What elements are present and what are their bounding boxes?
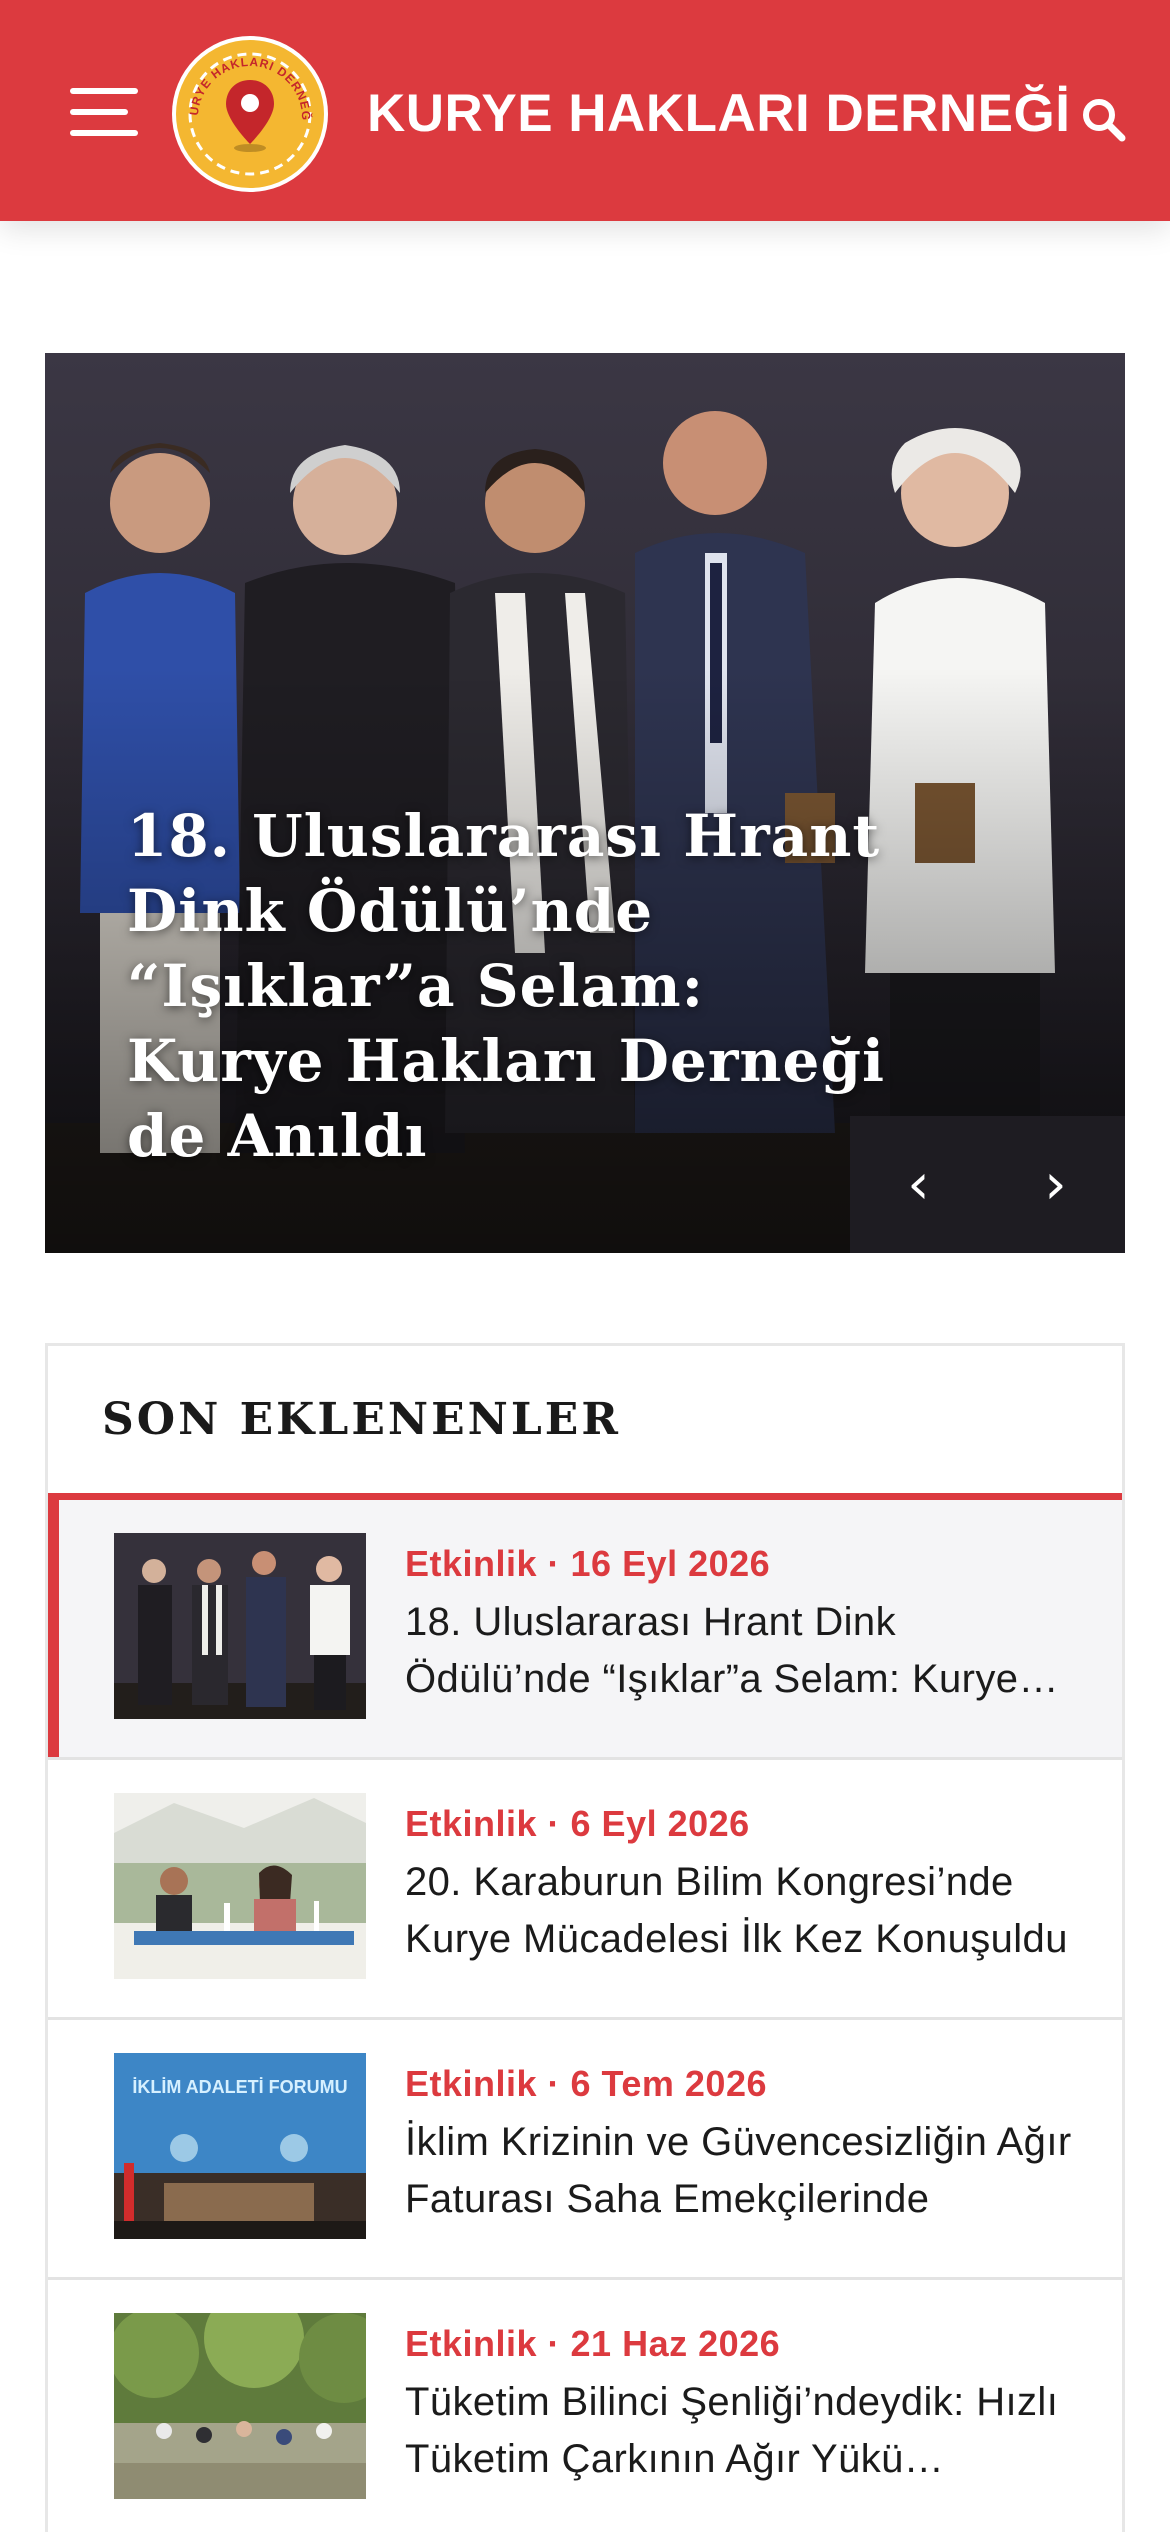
next-slide-button[interactable]: › — [987, 1116, 1124, 1253]
latest-posts-widget: SON EKLENENLER Etkinlik · 16 Eyl 2026 18… — [45, 1343, 1125, 2532]
post-thumbnail[interactable] — [114, 2313, 366, 2499]
latest-post-item[interactable]: Etkinlik · 6 Eyl 2026 20. Karaburun Bili… — [48, 1760, 1122, 2020]
post-meta: Etkinlik · 6 Eyl 2026 — [405, 1803, 750, 1844]
post-title[interactable]: Tüketim Bilinci Şenliği’ndeydik: Hızlı T… — [405, 2374, 1085, 2488]
post-thumbnail[interactable] — [114, 1533, 366, 1719]
featured-slider[interactable]: 18. Uluslararası Hrant Dink Ödülü’nde “I… — [45, 353, 1125, 1253]
latest-post-item[interactable]: Etkinlik · 16 Eyl 2026 18. Uluslararası … — [48, 1500, 1122, 1760]
section-heading: SON EKLENENLER — [102, 1394, 621, 1445]
previous-slide-button[interactable]: ‹ — [850, 1116, 987, 1253]
featured-title[interactable]: 18. Uluslararası Hrant Dink Ödülü’nde “I… — [127, 799, 887, 1174]
post-meta: Etkinlik · 6 Tem 2026 — [405, 2063, 767, 2104]
svg-text:İKLİM ADALETİ FORUMU: İKLİM ADALETİ FORUMU — [132, 2077, 347, 2097]
post-title[interactable]: 18. Uluslararası Hrant Dink Ödülü’nde “I… — [405, 1594, 1085, 1708]
slider-navigation: ‹ › — [850, 1116, 1125, 1253]
post-title[interactable]: İklim Krizinin ve Güvencesizliğin Ağır F… — [405, 2114, 1085, 2228]
latest-post-item[interactable]: İKLİM ADALETİ FORUMU Etkinlik · 6 Tem 20… — [48, 2020, 1122, 2280]
latest-post-item[interactable]: Etkinlik · 21 Haz 2026 Tüketim Bilinci Ş… — [48, 2280, 1122, 2532]
top-app-bar: KURYE HAKLARI DERNEĞİ KURYE HAKLARI DERN… — [0, 0, 1170, 221]
post-meta: Etkinlik · 21 Haz 2026 — [405, 2323, 781, 2364]
site-title[interactable]: KURYE HAKLARI DERNEĞİ — [367, 74, 1070, 154]
association-logo[interactable]: KURYE HAKLARI DERNEĞİ — [165, 22, 330, 194]
post-thumbnail[interactable]: İKLİM ADALETİ FORUMU — [114, 2053, 366, 2239]
post-thumbnail[interactable] — [114, 1793, 366, 1979]
latest-posts-header: SON EKLENENLER — [48, 1346, 1122, 1500]
hamburger-menu-icon[interactable] — [70, 88, 138, 136]
post-meta: Etkinlik · 16 Eyl 2026 — [405, 1543, 771, 1584]
search-icon[interactable] — [1078, 94, 1130, 146]
post-title[interactable]: 20. Karaburun Bilim Kongresi’nde Kurye M… — [405, 1854, 1085, 1968]
